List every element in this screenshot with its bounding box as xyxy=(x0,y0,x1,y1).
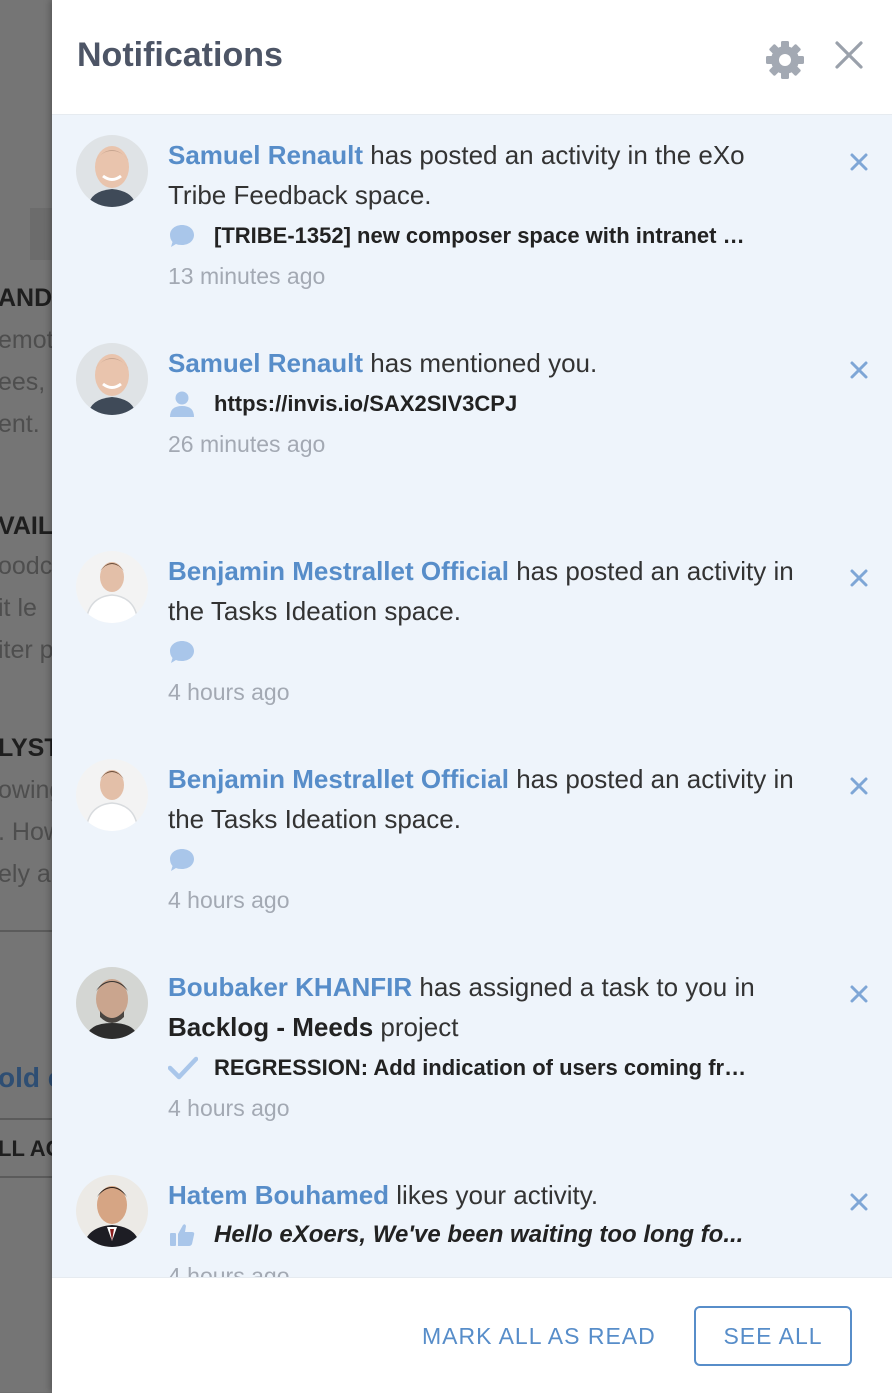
drawer-footer: MARK ALL AS READ SEE ALL xyxy=(52,1277,892,1393)
dismiss-icon[interactable] xyxy=(848,151,870,173)
drawer-title: Notifications xyxy=(77,36,283,74)
notification-time: 26 minutes ago xyxy=(168,431,326,457)
notification-item[interactable]: Samuel Renault has posted an activity in… xyxy=(52,115,892,323)
close-drawer-icon[interactable] xyxy=(832,38,866,72)
background-page: AND emot ees, y ent. VAIL oodca it le it… xyxy=(0,0,52,1392)
background-divider xyxy=(0,1176,52,1178)
comment-icon xyxy=(168,845,200,875)
notification-message: Samuel Renault has mentioned you. xyxy=(168,343,808,383)
background-text: LYST xyxy=(0,734,52,762)
avatar[interactable] xyxy=(76,759,148,831)
user-icon xyxy=(168,389,200,419)
notification-time: 4 hours ago xyxy=(168,1095,290,1121)
avatar[interactable] xyxy=(76,551,148,623)
background-link: old c xyxy=(0,1062,52,1093)
notification-message: Hatem Bouhamed likes your activity. xyxy=(168,1175,808,1215)
background-divider xyxy=(0,930,52,932)
background-divider xyxy=(0,1118,52,1120)
message-text: has assigned a task to you in xyxy=(412,972,755,1002)
author-link[interactable]: Benjamin Mestrallet Official xyxy=(168,556,509,586)
notification-detail[interactable]: Hello eXoers, We've been waiting too lon… xyxy=(168,1215,808,1255)
avatar[interactable] xyxy=(76,1175,148,1247)
detail-text: Hello eXoers, We've been waiting too lon… xyxy=(214,1221,744,1248)
background-text: owing xyxy=(0,776,52,804)
notification-detail[interactable]: https://invis.io/SAX2SIV3CPJ xyxy=(168,384,808,424)
comment-icon xyxy=(168,637,200,667)
background-text: emot xyxy=(0,326,52,354)
avatar[interactable] xyxy=(76,967,148,1039)
notification-item[interactable]: Hatem Bouhamed likes your activity. Hell… xyxy=(52,1155,892,1289)
drawer-header: Notifications xyxy=(52,0,892,115)
notification-message: Benjamin Mestrallet Official has posted … xyxy=(168,551,808,631)
dismiss-icon[interactable] xyxy=(848,567,870,589)
notification-message: Samuel Renault has posted an activity in… xyxy=(168,135,808,215)
notification-time: 4 hours ago xyxy=(168,887,290,913)
project-name: Backlog - Meeds xyxy=(168,1012,374,1042)
background-text: oodca xyxy=(0,552,52,580)
dismiss-icon[interactable] xyxy=(848,983,870,1005)
background-search-box xyxy=(30,208,52,260)
background-text: ees, y xyxy=(0,368,52,396)
message-text: project xyxy=(373,1012,459,1042)
detail-text: [TRIBE-1352] new composer space with int… xyxy=(214,223,745,248)
message-text: likes your activity. xyxy=(389,1180,599,1210)
author-link[interactable]: Samuel Renault xyxy=(168,140,363,170)
author-link[interactable]: Samuel Renault xyxy=(168,348,363,378)
background-text: AND xyxy=(0,284,52,312)
author-link[interactable]: Boubaker KHANFIR xyxy=(168,972,412,1002)
notification-time: 4 hours ago xyxy=(168,679,290,705)
dismiss-icon[interactable] xyxy=(848,1191,870,1213)
avatar[interactable] xyxy=(76,343,148,415)
mark-all-as-read-button[interactable]: MARK ALL AS READ xyxy=(422,1306,656,1366)
notification-message: Boubaker KHANFIR has assigned a task to … xyxy=(168,967,808,1047)
background-text: ent. xyxy=(0,410,40,438)
notification-time: 13 minutes ago xyxy=(168,263,326,289)
notification-item[interactable]: Boubaker KHANFIR has assigned a task to … xyxy=(52,947,892,1155)
dismiss-icon[interactable] xyxy=(848,775,870,797)
notification-detail[interactable] xyxy=(168,632,808,672)
background-text: it le xyxy=(0,594,37,622)
dismiss-icon[interactable] xyxy=(848,359,870,381)
background-text: LL AC xyxy=(0,1136,52,1161)
background-text: . How xyxy=(0,818,52,846)
comment-icon xyxy=(168,221,200,251)
notification-message: Benjamin Mestrallet Official has posted … xyxy=(168,759,808,839)
settings-gear-icon[interactable] xyxy=(764,39,806,81)
check-icon xyxy=(168,1053,200,1083)
see-all-button[interactable]: SEE ALL xyxy=(694,1306,852,1366)
detail-text: REGRESSION: Add indication of users comi… xyxy=(214,1055,747,1080)
detail-text: https://invis.io/SAX2SIV3CPJ xyxy=(214,391,518,416)
thumbs-up-icon xyxy=(168,1220,200,1250)
notifications-list: Samuel Renault has posted an activity in… xyxy=(52,115,892,1289)
notification-detail[interactable]: [TRIBE-1352] new composer space with int… xyxy=(168,216,808,256)
avatar[interactable] xyxy=(76,135,148,207)
background-text: ely a xyxy=(0,860,51,888)
notifications-drawer: Notifications Samuel Renault has posted … xyxy=(52,0,892,1393)
author-link[interactable]: Benjamin Mestrallet Official xyxy=(168,764,509,794)
notification-item[interactable]: Samuel Renault has mentioned you. https:… xyxy=(52,323,892,531)
background-text: VAIL xyxy=(0,512,52,540)
author-link[interactable]: Hatem Bouhamed xyxy=(168,1180,389,1210)
background-text: iter p xyxy=(0,636,52,664)
notification-item[interactable]: Benjamin Mestrallet Official has posted … xyxy=(52,531,892,739)
notification-detail[interactable] xyxy=(168,840,808,880)
notification-detail[interactable]: REGRESSION: Add indication of users comi… xyxy=(168,1048,808,1088)
notification-item[interactable]: Benjamin Mestrallet Official has posted … xyxy=(52,739,892,947)
message-text: has mentioned you. xyxy=(363,348,598,378)
